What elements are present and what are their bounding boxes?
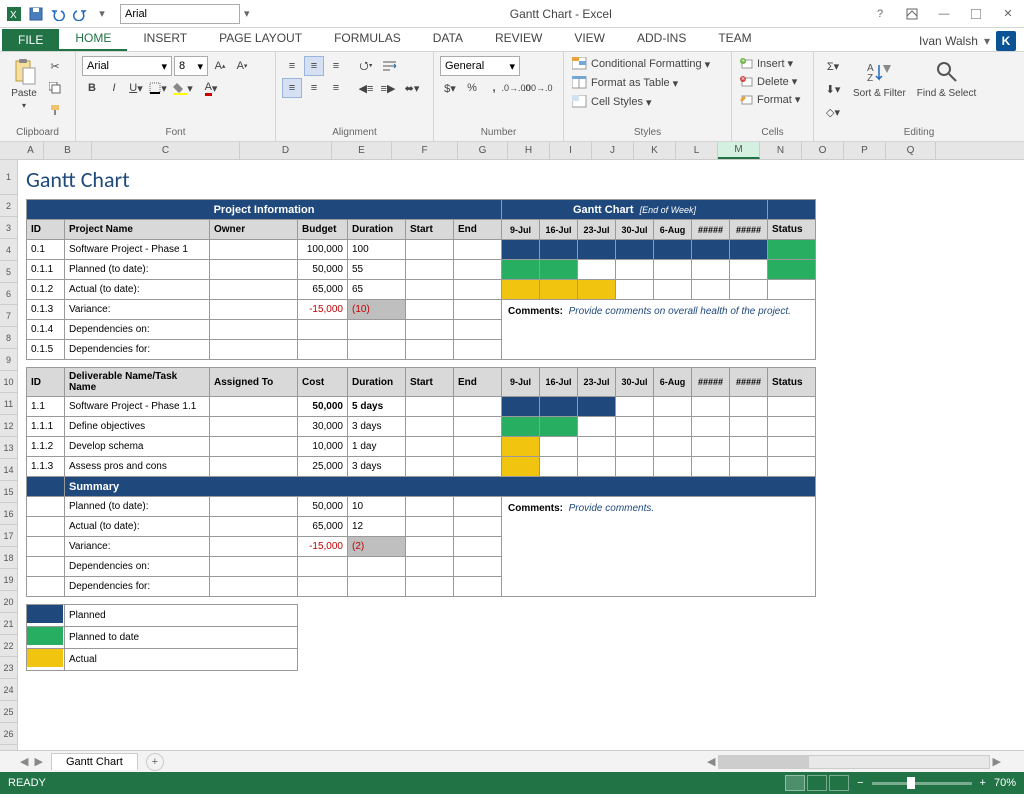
statusbar: READY − + 70% <box>0 772 1024 794</box>
paste-icon <box>10 58 38 86</box>
sheet-tab[interactable]: Gantt Chart <box>51 753 138 770</box>
ribbon-options-icon[interactable] <box>900 4 924 24</box>
minimize-icon[interactable]: ― <box>932 4 956 24</box>
font-size-combo[interactable]: 8▾ <box>174 56 208 76</box>
font-color-button[interactable]: A▾ <box>198 78 224 98</box>
row-headers[interactable]: 1234567891011121314151617181920212223242… <box>0 160 18 750</box>
number-format-combo[interactable]: General▾ <box>440 56 520 76</box>
border-button[interactable]: ▾ <box>148 78 168 98</box>
svg-text:+: + <box>741 58 745 65</box>
accounting-format-icon[interactable]: $▾ <box>440 78 460 98</box>
tab-view[interactable]: VIEW <box>558 27 621 51</box>
worksheet[interactable]: Gantt Chart Project InformationGantt Cha… <box>18 160 1024 750</box>
decrease-decimal-icon[interactable]: .00→.0 <box>528 78 548 98</box>
autosum-icon[interactable]: Σ▾ <box>820 56 846 76</box>
font-name-combo[interactable]: Arial▾ <box>82 56 172 76</box>
svg-text:Z: Z <box>867 73 873 83</box>
ribbon: Paste▾ ✂ Clipboard Arial▾ 8▾ A▴ A▾ B I U… <box>0 52 1024 142</box>
ribbon-tabs: FILE HOMEINSERTPAGE LAYOUTFORMULASDATARE… <box>0 28 1024 52</box>
tab-review[interactable]: REVIEW <box>479 27 558 51</box>
increase-indent-icon[interactable]: ≡▶ <box>378 78 398 98</box>
page-break-view-icon[interactable] <box>829 775 849 791</box>
sort-filter-icon: AZ <box>865 58 893 86</box>
format-as-table-button[interactable]: Format as Table▾ <box>570 75 680 91</box>
format-cells-button[interactable]: Format▾ <box>738 92 802 107</box>
align-center-icon[interactable]: ≡ <box>304 78 324 98</box>
sheet-tab-bar: ◀ ▶ Gantt Chart + ◀ ▶ <box>0 750 1024 772</box>
decrease-indent-icon[interactable]: ◀≡ <box>356 78 376 98</box>
sheet-nav-prev-icon[interactable]: ◀ <box>20 755 28 768</box>
conditional-formatting-button[interactable]: Conditional Formatting▾ <box>570 56 712 72</box>
page-title: Gantt Chart <box>18 160 1024 199</box>
help-icon[interactable]: ? <box>868 4 892 24</box>
horizontal-scrollbar[interactable]: ◀ ▶ <box>704 755 1004 769</box>
paste-button[interactable]: Paste▾ <box>6 56 42 112</box>
page-layout-view-icon[interactable] <box>807 775 827 791</box>
merge-center-icon[interactable]: ⬌▾ <box>400 78 424 98</box>
fill-color-button[interactable]: ▾ <box>170 78 196 98</box>
titlebar: X ▾ ▾ Gantt Chart - Excel ? ― ✕ <box>0 0 1024 28</box>
zoom-slider[interactable] <box>872 782 972 785</box>
user-name: Ivan Walsh <box>919 34 978 48</box>
tab-home[interactable]: HOME <box>59 27 127 51</box>
find-select-button[interactable]: Find & Select <box>913 56 980 101</box>
insert-cells-button[interactable]: +Insert▾ <box>738 56 795 71</box>
maximize-icon[interactable] <box>964 4 988 24</box>
shrink-font-icon[interactable]: A▾ <box>232 56 252 76</box>
svg-text:×: × <box>741 76 745 83</box>
grow-font-icon[interactable]: A▴ <box>210 56 230 76</box>
align-left-icon[interactable]: ≡ <box>282 78 302 98</box>
user-area[interactable]: Ivan Walsh ▾ K <box>919 31 1024 51</box>
clear-icon[interactable]: ◇▾ <box>820 102 846 122</box>
window-title: Gantt Chart - Excel <box>254 7 868 21</box>
close-icon[interactable]: ✕ <box>996 4 1020 24</box>
qat-customize-icon[interactable]: ▾ <box>92 4 112 24</box>
orientation-icon[interactable]: ⭯▾ <box>356 56 376 76</box>
bold-button[interactable]: B <box>82 78 102 98</box>
align-top-icon[interactable]: ≡ <box>282 56 302 76</box>
align-middle-icon[interactable]: ≡ <box>304 56 324 76</box>
file-tab[interactable]: FILE <box>2 29 59 51</box>
tab-team[interactable]: TEAM <box>702 27 767 51</box>
italic-button[interactable]: I <box>104 78 124 98</box>
undo-icon[interactable] <box>48 4 68 24</box>
user-badge: K <box>996 31 1016 51</box>
sheet-nav-next-icon[interactable]: ▶ <box>34 755 42 768</box>
sort-filter-button[interactable]: AZ Sort & Filter <box>849 56 910 101</box>
qat-font-combo[interactable]: ▾ <box>120 4 254 24</box>
svg-text:X: X <box>10 10 17 21</box>
zoom-in-icon[interactable]: + <box>980 777 986 789</box>
quick-access-toolbar: X ▾ <box>4 4 112 24</box>
tab-insert[interactable]: INSERT <box>127 27 203 51</box>
tab-add-ins[interactable]: ADD-INS <box>621 27 702 51</box>
tab-data[interactable]: DATA <box>417 27 479 51</box>
gantt-table: Project InformationGantt Chart [End of W… <box>26 199 816 671</box>
status-ready: READY <box>8 777 46 789</box>
cut-icon[interactable]: ✂ <box>45 56 65 76</box>
normal-view-icon[interactable] <box>785 775 805 791</box>
tab-page-layout[interactable]: PAGE LAYOUT <box>203 27 318 51</box>
redo-icon[interactable] <box>70 4 90 24</box>
column-headers[interactable]: ABCDEFGHIJKLMNOPQ <box>0 142 1024 160</box>
align-right-icon[interactable]: ≡ <box>326 78 346 98</box>
percent-format-icon[interactable]: % <box>462 78 482 98</box>
cell-styles-button[interactable]: Cell Styles▾ <box>570 94 654 110</box>
excel-icon[interactable]: X <box>4 4 24 24</box>
fill-icon[interactable]: ⬇▾ <box>820 79 846 99</box>
tab-formulas[interactable]: FORMULAS <box>318 27 417 51</box>
zoom-level[interactable]: 70% <box>994 777 1016 789</box>
wrap-text-icon[interactable] <box>378 56 402 76</box>
align-bottom-icon[interactable]: ≡ <box>326 56 346 76</box>
underline-button[interactable]: U▾ <box>126 78 146 98</box>
delete-cells-button[interactable]: ×Delete▾ <box>738 74 799 89</box>
find-icon <box>933 58 961 86</box>
copy-icon[interactable] <box>45 78 65 98</box>
zoom-out-icon[interactable]: − <box>857 777 863 789</box>
save-icon[interactable] <box>26 4 46 24</box>
new-sheet-button[interactable]: + <box>146 753 164 771</box>
format-painter-icon[interactable] <box>45 100 65 120</box>
